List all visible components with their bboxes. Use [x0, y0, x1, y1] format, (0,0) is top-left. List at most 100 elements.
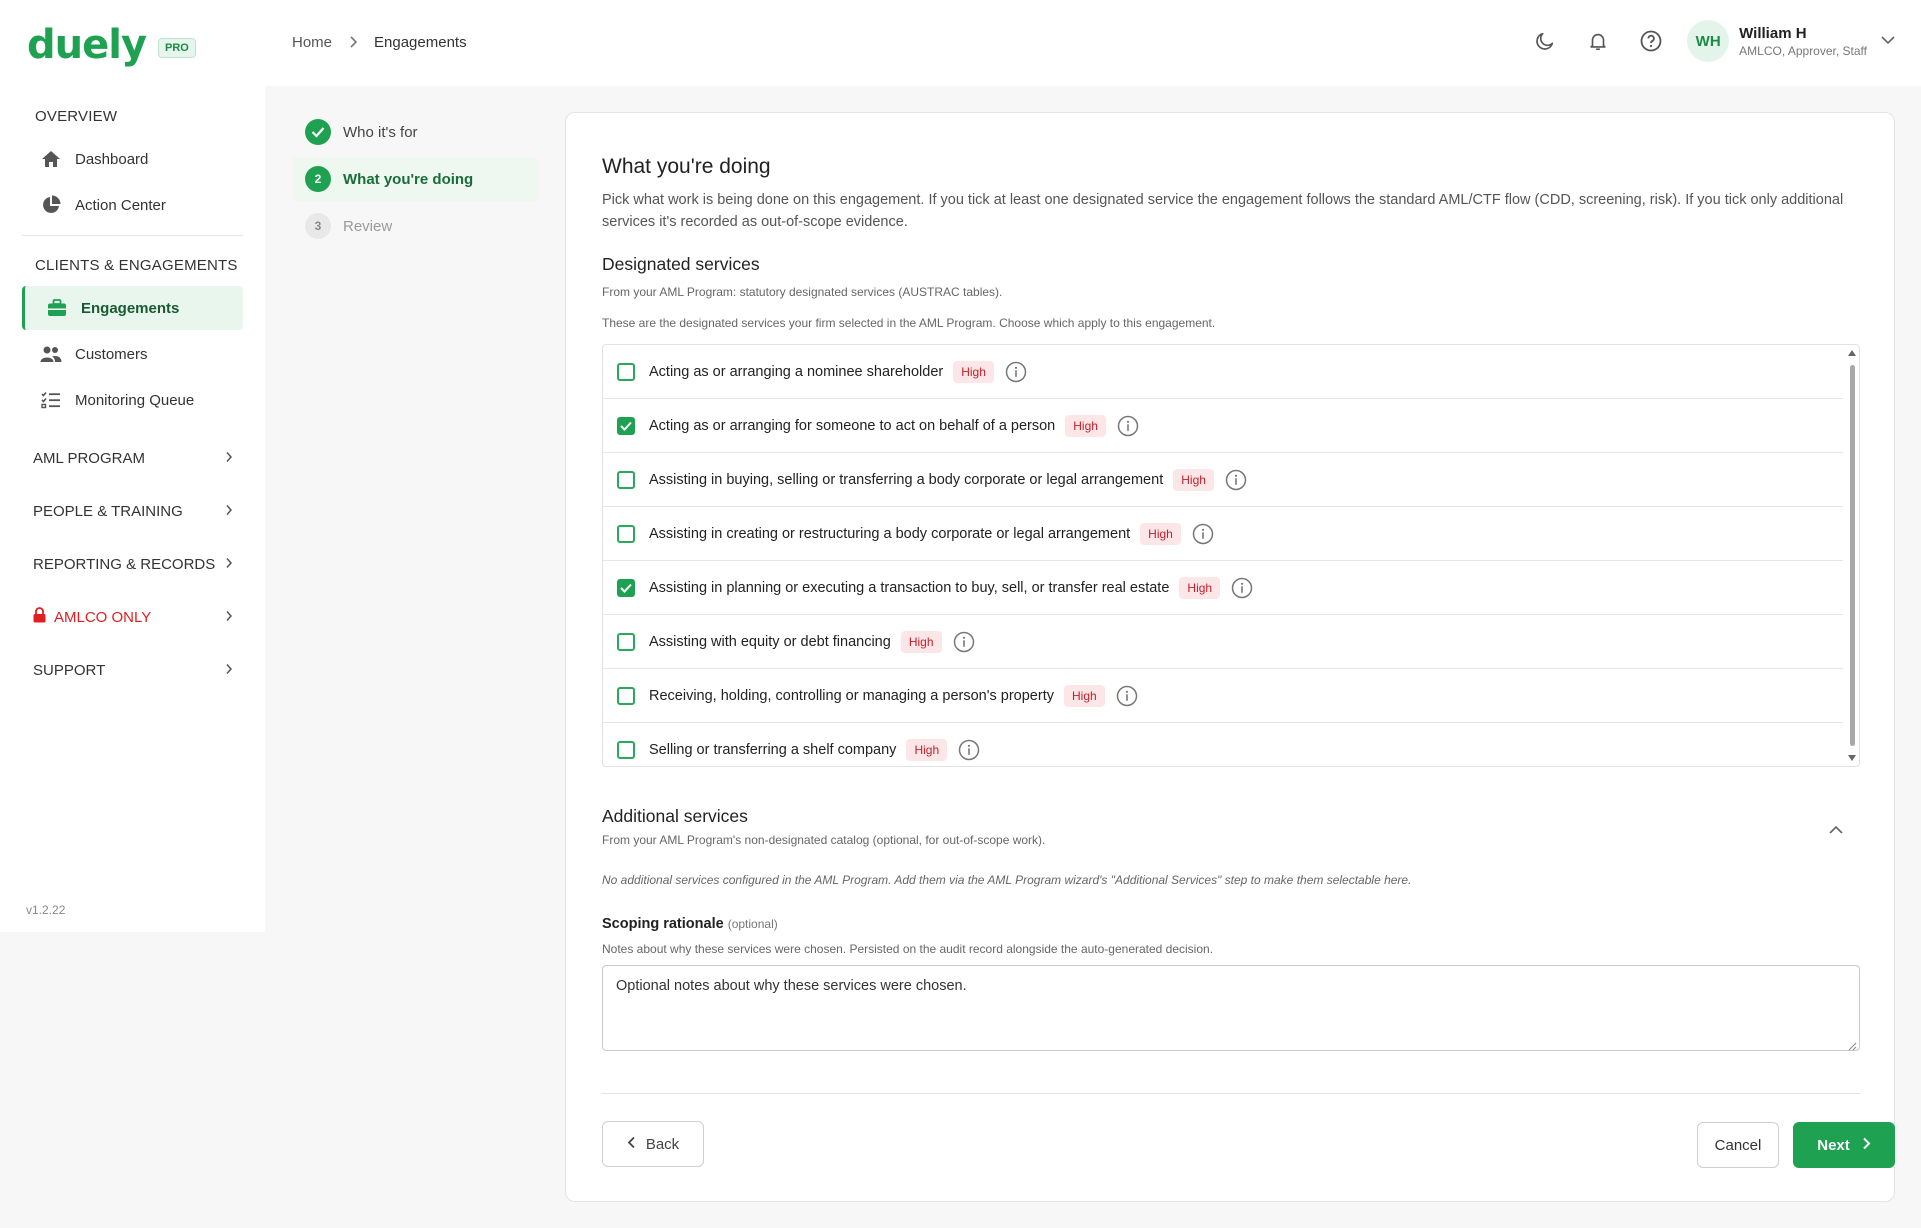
info-icon[interactable]: [1117, 415, 1139, 437]
step-label: What you're doing: [343, 170, 474, 188]
logo-wordmark: duely: [27, 22, 147, 68]
rationale-placeholder: Optional notes about why these services …: [616, 978, 967, 994]
risk-badge: High: [1140, 522, 1181, 545]
info-icon[interactable]: [1116, 685, 1138, 707]
user-name: William H: [1739, 24, 1807, 42]
list-item[interactable]: Assisting in buying, selling or transfer…: [603, 453, 1843, 507]
user-role: AMLCO, Approver, Staff: [1739, 43, 1867, 58]
info-icon[interactable]: [1231, 577, 1253, 599]
rationale-textarea[interactable]: Optional notes about why these services …: [602, 965, 1860, 1051]
step-what-youre-doing[interactable]: 2 What you're doing: [293, 157, 538, 201]
next-label: Next: [1817, 1136, 1850, 1154]
service-label: Selling or transferring a shelf company: [649, 741, 897, 758]
user-menu[interactable]: WH William H AMLCO, Approver, Staff: [1687, 20, 1895, 62]
step-who-its-for[interactable]: Who it's for: [293, 110, 538, 154]
info-icon[interactable]: [958, 739, 980, 761]
step-label: Who it's for: [343, 123, 418, 141]
page-description: Pick what work is being done on this eng…: [602, 192, 1844, 230]
logo[interactable]: duely PRO: [27, 22, 196, 68]
info-icon[interactable]: [1192, 523, 1214, 545]
back-button[interactable]: Back: [602, 1121, 704, 1167]
additional-empty-note: No additional services configured in the…: [602, 873, 1412, 887]
moon-icon[interactable]: [1525, 21, 1565, 61]
top-bar: duely PRO Home Engagements WH William H …: [0, 0, 1921, 86]
chevron-right-icon: [225, 662, 233, 679]
home-icon: [40, 148, 62, 170]
chevron-up-icon[interactable]: [1825, 819, 1847, 841]
sidebar-item-monitoring-queue[interactable]: Monitoring Queue: [22, 378, 243, 422]
main-card: What you're doing Pick what work is bein…: [565, 112, 1895, 1202]
chevron-right-icon: [225, 609, 233, 626]
people-icon: [40, 343, 62, 365]
scrollbar-thumb[interactable]: [1850, 365, 1855, 746]
sidebar-group-amlco-only[interactable]: AMLCO ONLY: [33, 602, 233, 632]
info-icon[interactable]: [1225, 469, 1247, 491]
sidebar-group-reporting-records[interactable]: REPORTING & RECORDS: [33, 549, 233, 579]
risk-badge: High: [906, 738, 948, 761]
pie-chart-icon: [40, 194, 62, 216]
sidebar-group-people-training[interactable]: PEOPLE & TRAINING: [33, 496, 233, 526]
sidebar-divider: [22, 235, 243, 236]
lock-icon: [33, 607, 46, 627]
sidebar-section-overview: OVERVIEW: [35, 108, 118, 125]
sidebar-group-label: SUPPORT: [33, 661, 106, 679]
chevron-down-icon[interactable]: [1881, 32, 1895, 50]
step-label: Review: [343, 217, 393, 235]
designated-source-note: From your AML Program: statutory designa…: [602, 285, 1003, 299]
checkbox[interactable]: [617, 470, 635, 489]
checklist-icon: [40, 389, 62, 411]
sidebar-group-support[interactable]: SUPPORT: [33, 655, 233, 685]
sidebar-group-aml-program[interactable]: AML PROGRAM: [33, 443, 233, 473]
top-actions: WH William H AMLCO, Approver, Staff: [1512, 20, 1895, 62]
info-icon[interactable]: [1005, 361, 1027, 383]
sidebar-item-action-center[interactable]: Action Center: [22, 183, 243, 227]
list-item[interactable]: Receiving, holding, controlling or manag…: [603, 669, 1843, 723]
additional-services-heading: Additional services: [602, 806, 748, 826]
service-label: Acting as or arranging for someone to ac…: [649, 417, 1056, 434]
checkbox[interactable]: [617, 740, 635, 759]
cancel-button[interactable]: Cancel: [1697, 1122, 1779, 1168]
list-item[interactable]: Selling or transferring a shelf company …: [603, 723, 1843, 766]
list-item[interactable]: Acting as or arranging for someone to ac…: [603, 399, 1843, 453]
step-number: 3: [305, 213, 331, 239]
list-item[interactable]: Assisting with equity or debt financing …: [603, 615, 1843, 669]
breadcrumb-home[interactable]: Home: [292, 34, 332, 51]
chevron-right-icon: [225, 503, 233, 520]
resize-handle-icon[interactable]: [1848, 1039, 1857, 1051]
rationale-label-text: Scoping rationale: [602, 916, 724, 932]
list-item[interactable]: Assisting in creating or restructuring a…: [603, 507, 1843, 561]
rationale-optional-tag: (optional): [727, 917, 778, 931]
bell-icon[interactable]: [1578, 21, 1618, 61]
info-icon[interactable]: [953, 631, 975, 653]
checkbox[interactable]: [617, 362, 635, 381]
sidebar-item-dashboard[interactable]: Dashboard: [22, 137, 243, 181]
list-item[interactable]: Acting as or arranging a nominee shareho…: [603, 345, 1843, 399]
next-button[interactable]: Next: [1793, 1122, 1895, 1168]
chevron-right-icon: [225, 450, 233, 467]
breadcrumb-current: Engagements: [374, 34, 467, 51]
designated-services-list[interactable]: Acting as or arranging a nominee shareho…: [602, 344, 1860, 767]
help-icon[interactable]: [1631, 21, 1671, 61]
step-review[interactable]: 3 Review: [293, 204, 538, 248]
checkbox[interactable]: [617, 632, 635, 651]
checkbox[interactable]: [617, 524, 635, 543]
checkbox[interactable]: [617, 416, 635, 435]
risk-badge: High: [900, 630, 942, 653]
risk-badge: High: [1173, 468, 1214, 491]
sidebar-group-label: PEOPLE & TRAINING: [33, 502, 183, 520]
sidebar-item-customers[interactable]: Customers: [22, 332, 243, 376]
checkbox[interactable]: [617, 686, 635, 705]
sidebar-section-clients: CLIENTS & ENGAGEMENTS: [35, 257, 238, 274]
sidebar-group-label: REPORTING & RECORDS: [33, 555, 216, 573]
risk-badge: High: [953, 360, 994, 383]
scrollbar[interactable]: [1845, 345, 1859, 766]
checkbox[interactable]: [617, 578, 635, 597]
sidebar-item-engagements[interactable]: Engagements: [22, 286, 243, 330]
scroll-up-arrow[interactable]: [1848, 350, 1856, 356]
scroll-down-arrow[interactable]: [1848, 755, 1856, 761]
wizard-stepper: Who it's for 2 What you're doing 3 Revie…: [293, 110, 538, 251]
sidebar-item-label: Monitoring Queue: [75, 391, 195, 409]
chevron-right-icon: [1862, 1137, 1871, 1154]
list-item[interactable]: Assisting in planning or executing a tra…: [603, 561, 1843, 615]
step-number: 2: [305, 166, 331, 192]
